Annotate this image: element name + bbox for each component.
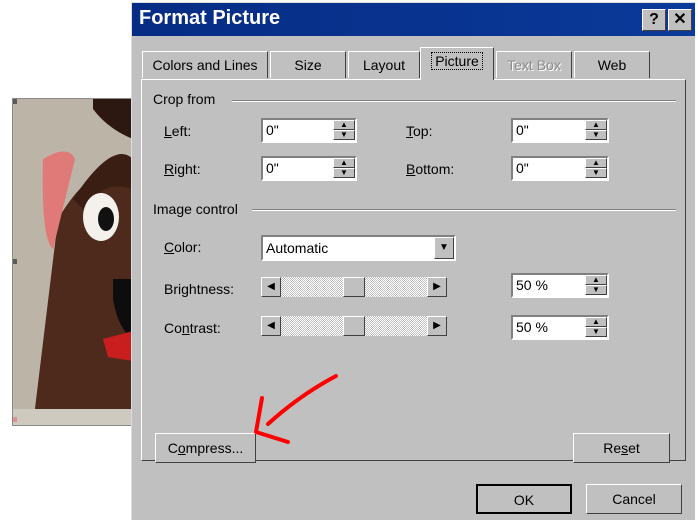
crop-left-label: Left: bbox=[164, 123, 192, 139]
brightness-slider[interactable]: ◀ ▶ bbox=[261, 277, 447, 299]
crop-bottom-spinner[interactable]: 0" ▲ ▼ bbox=[511, 156, 609, 181]
help-button[interactable]: ? bbox=[642, 9, 666, 31]
tab-label: Text Box bbox=[507, 57, 561, 73]
tab-label: Picture bbox=[431, 52, 483, 70]
brightness-value: 50 % bbox=[516, 277, 548, 293]
arrow-left-icon[interactable]: ◀ bbox=[261, 277, 281, 297]
compress-button[interactable]: Compress... bbox=[155, 433, 256, 463]
crop-top-spinner[interactable]: 0" ▲ ▼ bbox=[511, 118, 609, 143]
crop-left-value: 0" bbox=[266, 122, 279, 138]
cancel-button[interactable]: Cancel bbox=[586, 484, 682, 514]
spin-up-icon[interactable]: ▲ bbox=[585, 120, 607, 130]
crop-bottom-label: Bottom: bbox=[406, 161, 455, 177]
close-button[interactable]: ✕ bbox=[668, 9, 692, 31]
format-picture-dialog: Format Picture ? ✕ Colors and Lines Size… bbox=[131, 2, 695, 520]
tab-picture[interactable]: Picture bbox=[420, 47, 494, 80]
spin-up-icon[interactable]: ▲ bbox=[585, 317, 607, 327]
crop-right-label: Right: bbox=[164, 161, 201, 177]
crop-bottom-value: 0" bbox=[516, 160, 529, 176]
image-control-divider bbox=[252, 209, 676, 211]
spin-down-icon[interactable]: ▼ bbox=[333, 130, 355, 140]
help-icon: ? bbox=[649, 11, 659, 28]
mr-potato-head-photo bbox=[13, 99, 133, 425]
spin-up-icon[interactable]: ▲ bbox=[585, 158, 607, 168]
contrast-value: 50 % bbox=[516, 319, 548, 335]
spin-up-icon[interactable]: ▲ bbox=[333, 158, 355, 168]
spin-down-icon[interactable]: ▼ bbox=[333, 168, 355, 178]
dialog-title: Format Picture bbox=[139, 7, 281, 29]
spin-down-icon[interactable]: ▼ bbox=[585, 130, 607, 140]
tab-label: Web bbox=[597, 57, 627, 73]
spin-down-icon[interactable]: ▼ bbox=[585, 168, 607, 178]
color-dropdown[interactable]: Automatic ▼ bbox=[261, 235, 456, 261]
crop-right-spinner[interactable]: 0" ▲ ▼ bbox=[261, 156, 357, 181]
crop-left-spinner[interactable]: 0" ▲ ▼ bbox=[261, 118, 357, 143]
brightness-label: Brightness: bbox=[164, 281, 235, 297]
color-value: Automatic bbox=[266, 240, 329, 256]
crop-top-value: 0" bbox=[516, 122, 529, 138]
tab-text-box: Text Box bbox=[496, 51, 572, 78]
tab-web[interactable]: Web bbox=[574, 51, 650, 78]
ok-button[interactable]: OK bbox=[476, 484, 572, 514]
reset-button[interactable]: Reset bbox=[573, 433, 670, 463]
tab-size[interactable]: Size bbox=[270, 51, 346, 78]
arrow-left-icon[interactable]: ◀ bbox=[261, 316, 281, 336]
close-icon: ✕ bbox=[673, 11, 687, 28]
spin-down-icon[interactable]: ▼ bbox=[585, 327, 607, 337]
contrast-label: Contrast: bbox=[164, 320, 221, 336]
tab-label: Colors and Lines bbox=[152, 57, 258, 73]
crop-section-label: Crop from bbox=[153, 91, 222, 107]
background-picture bbox=[12, 98, 134, 426]
crop-top-label: Top: bbox=[406, 123, 433, 139]
tab-label: Size bbox=[294, 57, 322, 73]
brightness-spinner[interactable]: 50 % ▲ ▼ bbox=[511, 273, 609, 298]
spin-up-icon[interactable]: ▲ bbox=[585, 275, 607, 285]
spin-down-icon[interactable]: ▼ bbox=[585, 285, 607, 295]
resize-handle-left[interactable] bbox=[13, 259, 17, 264]
arrow-right-icon[interactable]: ▶ bbox=[427, 316, 447, 336]
crop-divider bbox=[232, 100, 676, 102]
tab-label: Layout bbox=[362, 57, 406, 73]
tab-layout[interactable]: Layout bbox=[348, 51, 420, 78]
slider-thumb[interactable] bbox=[343, 277, 365, 297]
image-control-section-label: Image control bbox=[153, 201, 244, 217]
contrast-spinner[interactable]: 50 % ▲ ▼ bbox=[511, 315, 609, 340]
color-label: Color: bbox=[164, 239, 202, 255]
tab-colors-and-lines[interactable]: Colors and Lines bbox=[142, 51, 268, 78]
crop-right-value: 0" bbox=[266, 160, 279, 176]
arrow-right-icon[interactable]: ▶ bbox=[427, 277, 447, 297]
resize-handle-top-left[interactable] bbox=[13, 99, 17, 104]
slider-thumb[interactable] bbox=[343, 316, 365, 336]
resize-handle-bottom-left[interactable] bbox=[13, 417, 17, 422]
spin-up-icon[interactable]: ▲ bbox=[333, 120, 355, 130]
dialog-titlebar[interactable]: Format Picture ? ✕ bbox=[132, 3, 695, 36]
chevron-down-icon[interactable]: ▼ bbox=[434, 237, 454, 259]
contrast-slider[interactable]: ◀ ▶ bbox=[261, 316, 447, 338]
